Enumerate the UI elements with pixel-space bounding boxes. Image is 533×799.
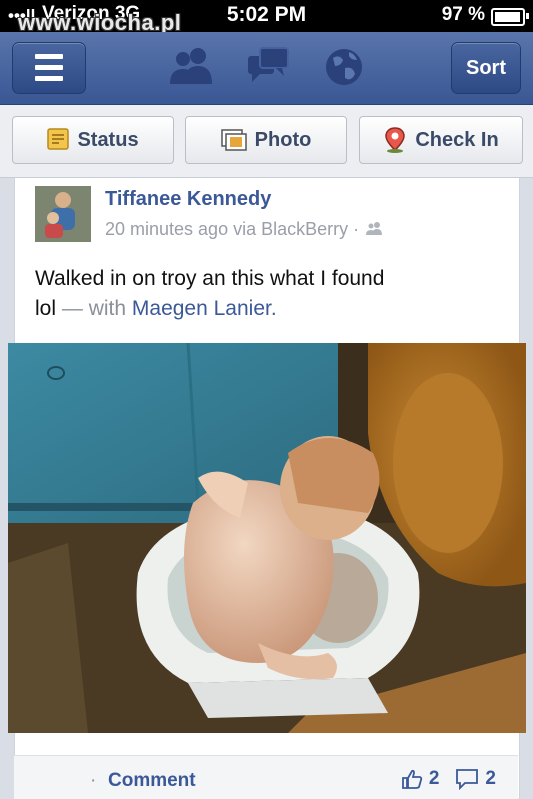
photo-icon <box>220 129 247 151</box>
menu-button[interactable] <box>12 42 86 94</box>
audience-friends-icon <box>366 222 383 235</box>
checkin-label: Check In <box>415 128 499 151</box>
location-pin-icon <box>385 127 406 153</box>
status-bar: •••ll Verizon 3G www.wiocha.pl 5:02 PM 9… <box>0 0 533 35</box>
battery-percent: 97 % <box>441 4 485 25</box>
comment-icon[interactable] <box>455 768 479 790</box>
feedback-counts: 2 2 <box>401 768 496 790</box>
checkin-button[interactable]: Check In <box>359 116 523 164</box>
friends-icon[interactable] <box>168 46 214 86</box>
post-photo[interactable] <box>8 343 526 733</box>
avatar[interactable] <box>35 186 91 242</box>
composer-action-bar: Status Photo Check In <box>0 105 533 178</box>
battery-icon <box>491 8 529 26</box>
with-label: — with <box>61 297 127 320</box>
tagged-friend-link[interactable]: Maegen Lanier. <box>132 297 277 320</box>
status-button[interactable]: Status <box>12 116 174 164</box>
messages-icon[interactable] <box>246 46 290 86</box>
status-label: Status <box>77 128 139 151</box>
post-text-line2: lol <box>35 297 57 320</box>
sort-button[interactable]: Sort <box>451 42 521 94</box>
photo-button[interactable]: Photo <box>185 116 347 164</box>
top-navbar: Sort <box>0 32 533 105</box>
photo-label: Photo <box>254 128 312 151</box>
author-name[interactable]: Tiffanee Kennedy <box>105 188 271 211</box>
like-icon[interactable] <box>401 768 423 790</box>
post-meta: 20 minutes ago via BlackBerry · <box>105 219 384 240</box>
post-photo-image <box>8 343 526 733</box>
comment-count: 2 <box>485 768 496 789</box>
post-text-line1: Walked in on troy an this what I found <box>35 267 385 290</box>
post-text: Walked in on troy an this what I found l… <box>35 264 495 324</box>
status-icon <box>47 128 70 150</box>
globe-icon[interactable] <box>323 46 365 88</box>
avatar-photo <box>35 186 91 242</box>
post-timestamp: 20 minutes ago via BlackBerry · <box>105 219 360 239</box>
comment-button[interactable]: Comment <box>108 770 196 792</box>
post-footer: · Comment 2 2 <box>14 755 518 799</box>
like-count: 2 <box>428 768 440 789</box>
